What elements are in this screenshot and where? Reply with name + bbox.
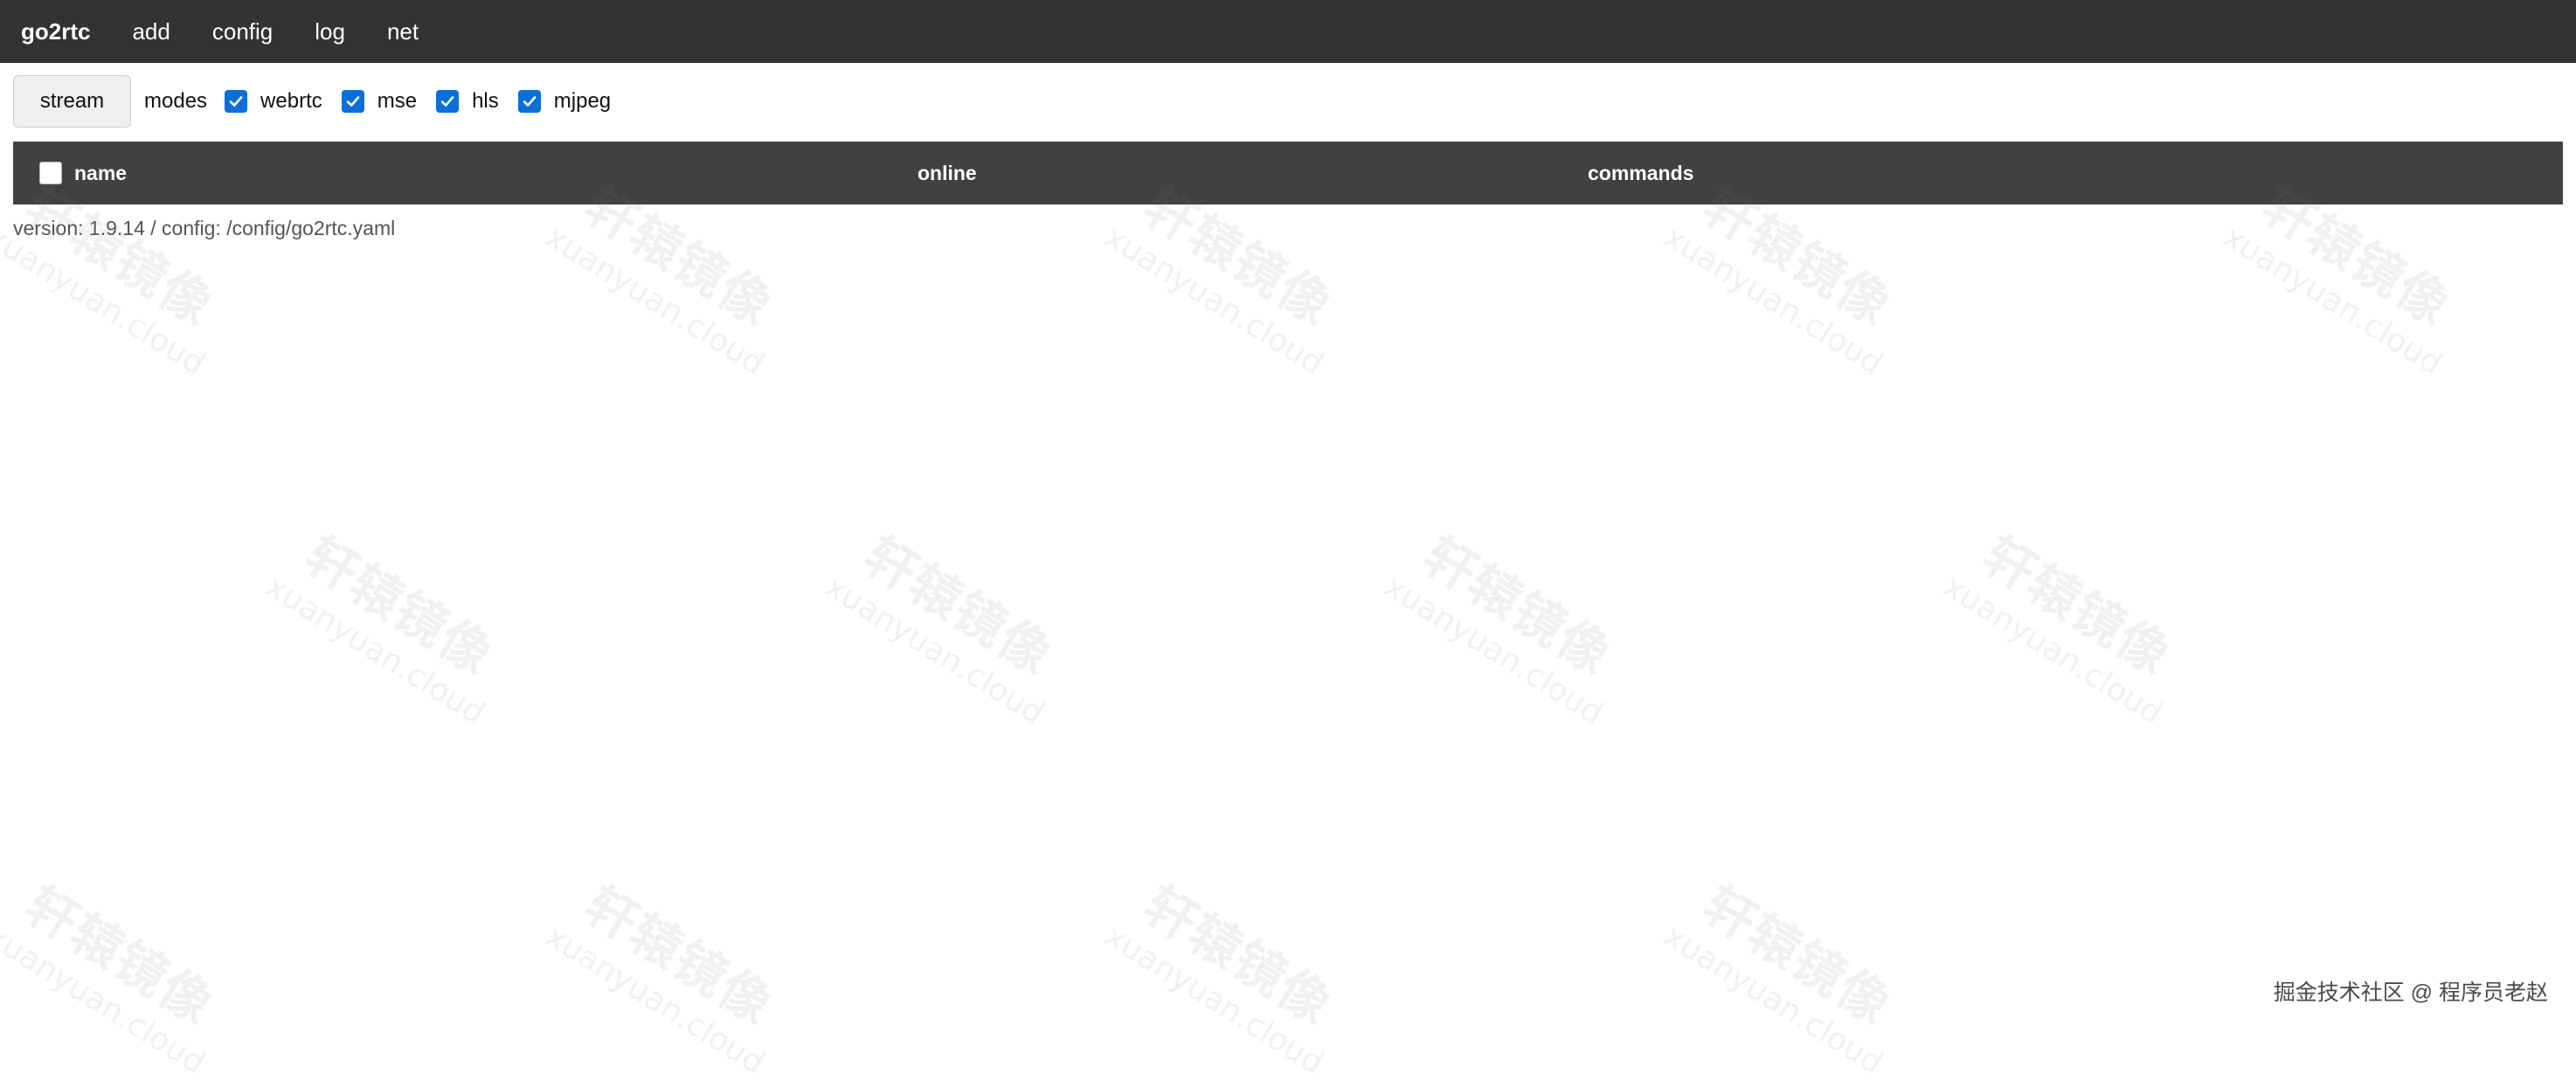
checkmark-icon [229,96,243,107]
column-name: name [39,142,127,204]
column-header-commands: commands [1588,161,1694,184]
column-header-online: online [918,161,977,184]
column-online: online [918,142,977,204]
nav-link-net[interactable]: net [387,18,419,45]
webrtc-checkbox[interactable] [225,90,248,113]
mse-label: mse [377,89,418,113]
stream-button[interactable]: stream [13,75,131,128]
watermark-tile: 轩辕镜像 xuanyuan.cloud [538,875,784,1081]
checkmark-icon [346,96,360,107]
watermark-tile: 轩辕镜像 xuanyuan.cloud [259,525,504,732]
checkmark-icon [523,96,537,107]
mjpeg-checkbox[interactable] [517,90,541,113]
streams-table-header: name online commands [13,142,2563,204]
community-credit-watermark: 掘金技术社区 @ 程序员老赵 [2273,981,2548,1005]
nav-link-add[interactable]: add [132,18,170,45]
nav-link-log[interactable]: log [315,18,345,45]
watermark-tile: 轩辕镜像 xuanyuan.cloud [1377,525,1623,732]
mse-checkbox[interactable] [341,90,364,113]
nav-link-config[interactable]: config [212,18,273,45]
version-info: version: 1.9.14 / config: /config/go2rtc… [13,217,396,239]
hls-label: hls [472,89,499,113]
watermark-tile: 轩辕镜像 xuanyuan.cloud [1936,525,2182,732]
mjpeg-label: mjpeg [553,89,612,113]
watermark-tile: 轩辕镜像 xuanyuan.cloud [1657,875,1902,1081]
brand-link[interactable]: go2rtc [21,18,90,45]
mode-mse[interactable]: mse [341,89,418,114]
stream-toolbar: stream modes webrtc mse hls mjpeg [13,75,630,128]
mode-mjpeg[interactable]: mjpeg [517,89,612,114]
hls-checkbox[interactable] [436,90,460,113]
top-navigation-bar: go2rtc add config log net [0,0,2576,63]
select-all-checkbox[interactable] [39,162,62,184]
column-header-name: name [74,161,128,184]
mode-hls[interactable]: hls [436,89,499,114]
checkmark-icon [440,96,454,107]
column-commands: commands [1588,142,1693,204]
mode-webrtc[interactable]: webrtc [225,89,322,114]
watermark-tile: 轩辕镜像 xuanyuan.cloud [818,525,1063,732]
webrtc-label: webrtc [260,89,322,113]
modes-label: modes [144,89,208,113]
watermark-tile: 轩辕镜像 xuanyuan.cloud [0,875,225,1081]
watermark-tile: 轩辕镜像 xuanyuan.cloud [1098,875,1343,1081]
